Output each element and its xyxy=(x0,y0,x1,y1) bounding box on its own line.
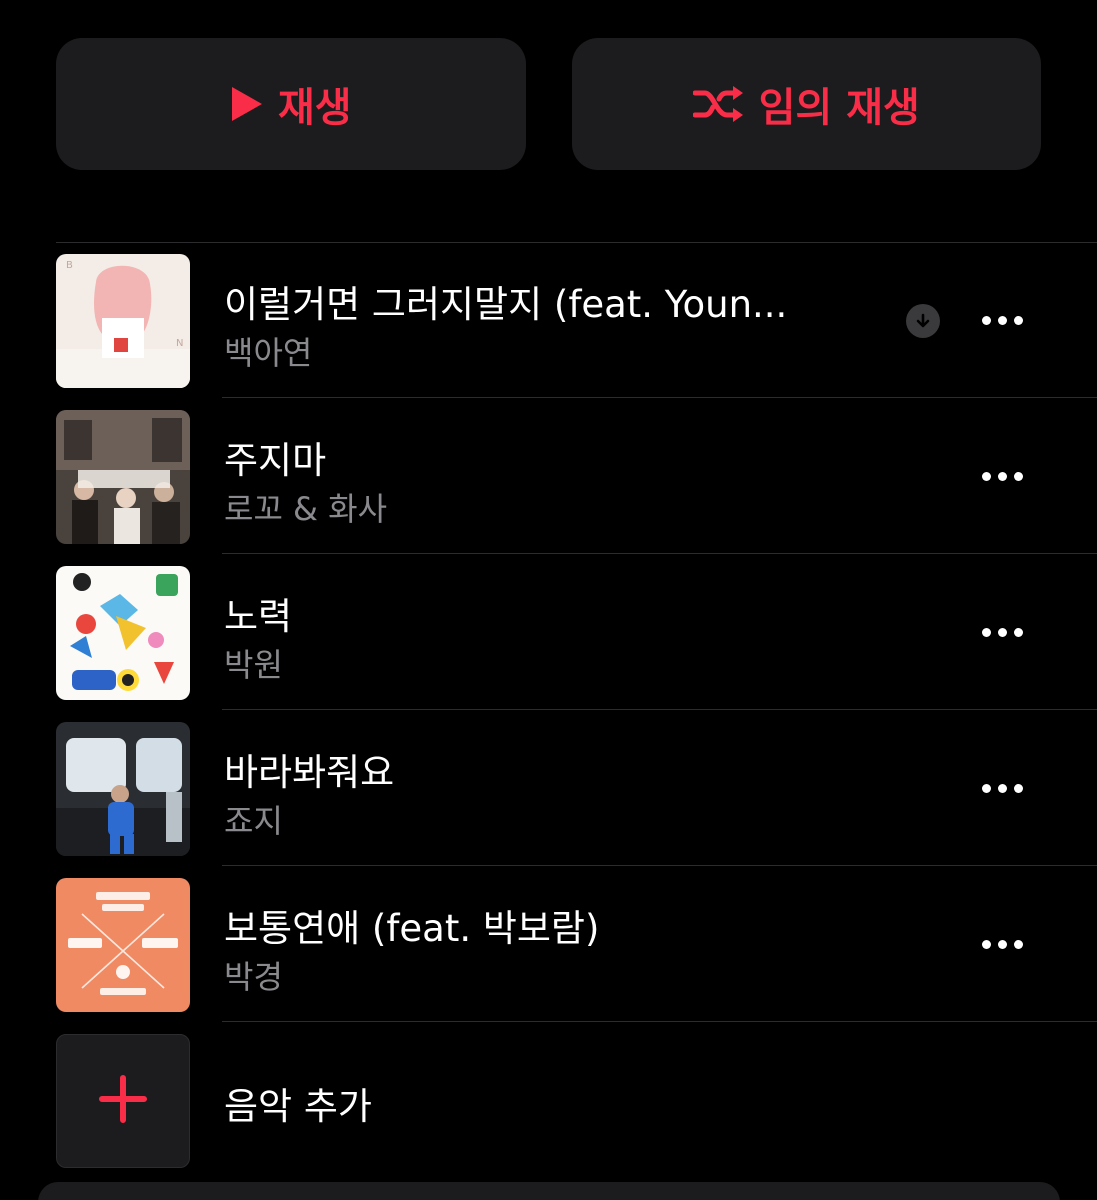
album-artwork xyxy=(56,722,190,856)
album-artwork xyxy=(56,878,190,1012)
add-music-label: 음악 추가 xyxy=(224,1085,372,1128)
svg-text:N: N xyxy=(176,338,183,349)
svg-text:B: B xyxy=(66,260,73,271)
song-title: 바라봐줘요 xyxy=(224,751,395,794)
song-artist: 로꼬 & 화사 xyxy=(224,490,388,528)
song-row[interactable]: 보통연애 (feat. 박보람) 박경 xyxy=(0,866,1097,1022)
add-music-button[interactable] xyxy=(56,1034,190,1168)
more-options-button[interactable] xyxy=(970,618,1034,646)
ellipsis-dot xyxy=(997,471,1007,481)
play-label: 재생 xyxy=(277,85,352,131)
album-artwork xyxy=(56,410,190,544)
song-list: B N 이럴거면 그러지말지 (feat. Youn... 백아연 주지마 로꼬… xyxy=(0,242,1097,1178)
play-icon xyxy=(230,85,264,123)
ellipsis-dot xyxy=(1013,939,1023,949)
song-row[interactable]: 노력 박원 xyxy=(0,554,1097,710)
add-music-row[interactable]: 음악 추가 xyxy=(0,1022,1097,1178)
album-artwork xyxy=(56,566,190,700)
download-icon[interactable] xyxy=(906,304,940,338)
song-row[interactable]: B N 이럴거면 그러지말지 (feat. Youn... 백아연 xyxy=(0,242,1097,398)
ellipsis-dot xyxy=(1013,627,1023,637)
shuffle-label: 임의 재생 xyxy=(758,85,920,131)
more-options-button[interactable] xyxy=(970,930,1034,958)
playback-actions: 재생 임의 재생 xyxy=(56,38,1041,170)
song-title: 보통연애 (feat. 박보람) xyxy=(224,907,600,950)
ellipsis-dot xyxy=(981,315,991,325)
song-artist: 박경 xyxy=(224,958,283,996)
album-artwork: B N xyxy=(56,254,190,388)
more-options-button[interactable] xyxy=(970,774,1034,802)
song-row[interactable]: 바라봐줘요 죠지 xyxy=(0,710,1097,866)
more-options-button[interactable] xyxy=(970,462,1034,490)
ellipsis-dot xyxy=(1013,783,1023,793)
ellipsis-dot xyxy=(981,939,991,949)
playlist-screen: 재생 임의 재생 B N 이럴거면 그러지말지 (feat. Youn... 백… xyxy=(0,0,1097,1200)
ellipsis-dot xyxy=(1013,471,1023,481)
ellipsis-dot xyxy=(997,939,1007,949)
ellipsis-dot xyxy=(997,315,1007,325)
mini-player-bar[interactable] xyxy=(38,1182,1060,1200)
song-title: 노력 xyxy=(224,595,293,638)
more-options-button[interactable] xyxy=(970,306,1034,334)
song-title: 주지마 xyxy=(224,439,327,482)
ellipsis-dot xyxy=(981,783,991,793)
song-artist: 백아연 xyxy=(224,334,313,372)
song-title: 이럴거면 그러지말지 (feat. Youn... xyxy=(224,283,788,326)
ellipsis-dot xyxy=(981,627,991,637)
song-artist: 죠지 xyxy=(224,802,283,840)
ellipsis-dot xyxy=(1013,315,1023,325)
plus-icon xyxy=(98,1074,148,1128)
ellipsis-dot xyxy=(997,627,1007,637)
song-row[interactable]: 주지마 로꼬 & 화사 xyxy=(0,398,1097,554)
play-button[interactable]: 재생 xyxy=(56,38,526,170)
ellipsis-dot xyxy=(997,783,1007,793)
ellipsis-dot xyxy=(981,471,991,481)
song-artist: 박원 xyxy=(224,646,283,684)
shuffle-icon xyxy=(692,85,745,123)
shuffle-button[interactable]: 임의 재생 xyxy=(571,38,1041,170)
